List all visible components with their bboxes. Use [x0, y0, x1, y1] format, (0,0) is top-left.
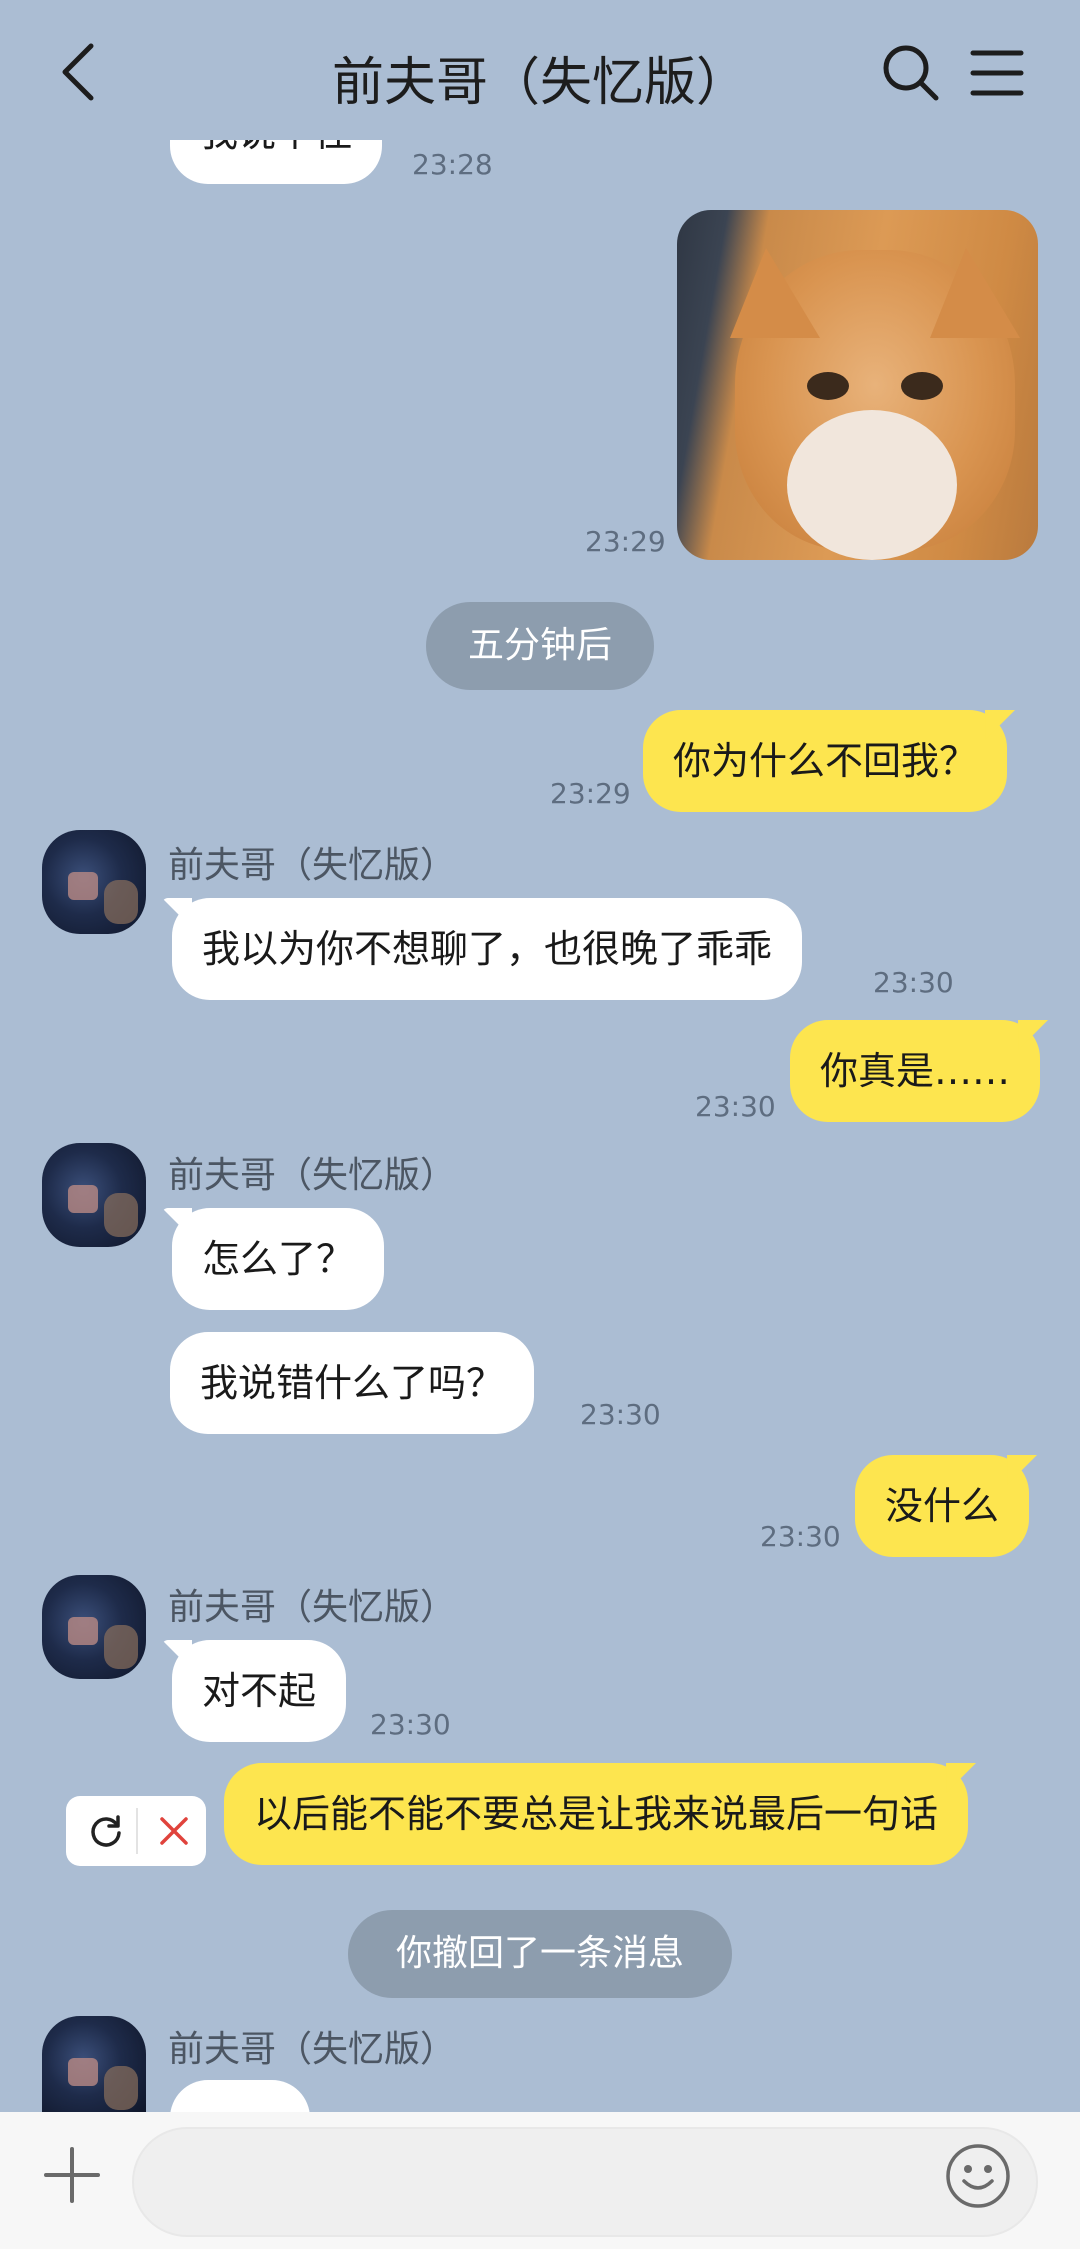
cat-image-message[interactable]	[677, 210, 1038, 560]
message-bubble-outgoing[interactable]: 没什么	[855, 1455, 1030, 1557]
contact-avatar[interactable]	[42, 2016, 146, 2112]
cancel-send-icon[interactable]	[154, 1811, 194, 1851]
message-time: 23:30	[760, 1520, 841, 1553]
message-input-bar	[0, 2112, 1080, 2249]
contact-name: 前夫哥（失忆版）	[168, 1155, 457, 1196]
retry-icon[interactable]	[86, 1811, 126, 1851]
chat-header: 前夫哥（失忆版）	[0, 0, 1080, 150]
message-input[interactable]	[132, 2127, 1038, 2237]
message-bubble-outgoing[interactable]: 你真是……	[790, 1020, 1041, 1122]
plus-icon[interactable]	[42, 2145, 102, 2205]
contact-name: 前夫哥（失忆版）	[168, 845, 457, 886]
message-bubble-outgoing[interactable]: 你为什么不回我？	[643, 710, 1008, 812]
message-bubble-incoming[interactable]: 我说错什么了吗？	[170, 1332, 535, 1434]
message-bubble-outgoing-failed[interactable]: 以后能不能不要总是让我来说最后一句话	[224, 1763, 969, 1865]
message-time: 23:30	[370, 1708, 451, 1741]
message-bubble-incoming[interactable]: 怎么了？	[172, 1208, 385, 1310]
message-bubble-incoming[interactable]: 对不起	[172, 1640, 347, 1742]
system-notice: 五分钟后	[426, 602, 654, 690]
message-bubble-incoming[interactable]: 我以为你不想聊了，也很晚了乖乖	[172, 898, 803, 1000]
emoji-icon[interactable]	[945, 2143, 1011, 2209]
message-time: 23:30	[580, 1398, 661, 1431]
contact-name: 前夫哥（失忆版）	[168, 2029, 457, 2070]
message-time: 23:29	[585, 525, 666, 558]
contact-avatar[interactable]	[42, 830, 146, 934]
contact-avatar[interactable]	[42, 1575, 146, 1679]
contact-name: 前夫哥（失忆版）	[168, 1587, 457, 1628]
menu-icon[interactable]	[970, 48, 1024, 98]
resend-controls	[66, 1796, 206, 1866]
contact-avatar[interactable]	[42, 1143, 146, 1247]
message-time: 23:28	[412, 148, 493, 181]
message-time: 23:30	[873, 966, 954, 999]
system-notice: 你撤回了一条消息	[348, 1910, 732, 1998]
search-icon[interactable]	[880, 42, 940, 102]
message-time: 23:29	[550, 777, 631, 810]
message-time: 23:30	[695, 1090, 776, 1123]
